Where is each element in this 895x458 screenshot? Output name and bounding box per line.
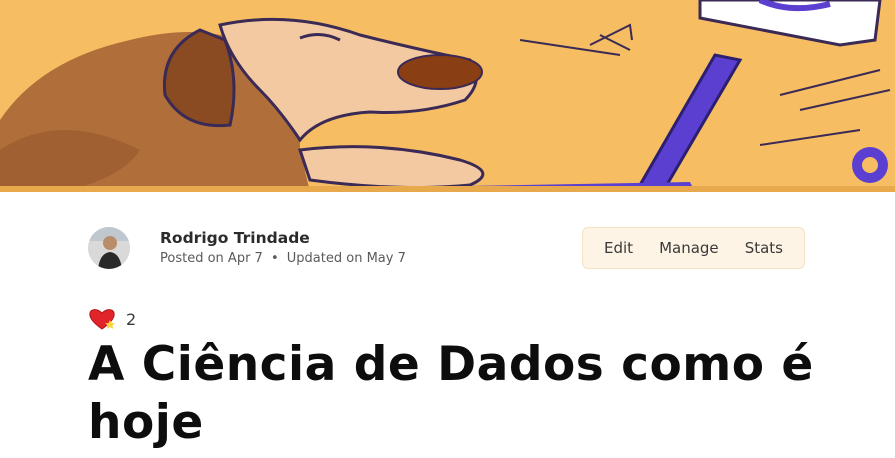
dog-with-laptop-illustration (0, 0, 895, 192)
heart-reaction-icon (89, 309, 115, 330)
author-avatar-image (88, 227, 130, 269)
edit-button[interactable]: Edit (604, 239, 633, 257)
cover-image (0, 0, 895, 192)
author-name[interactable]: Rodrigo Trindade (160, 229, 406, 248)
posted-label: Posted on (160, 251, 224, 266)
author-block: Rodrigo Trindade Posted on Apr 7 • Updat… (88, 226, 406, 270)
meta-separator: • (270, 251, 279, 266)
updated-label: Updated on (286, 251, 363, 266)
reaction-count: 2 (126, 309, 137, 329)
post-actions: Edit Manage Stats (582, 227, 805, 269)
stats-button[interactable]: Stats (745, 239, 783, 257)
post-dates: Posted on Apr 7 • Updated on May 7 (160, 251, 406, 267)
reactions[interactable]: 2 (88, 307, 136, 331)
avatar[interactable] (88, 227, 130, 269)
article-title: A Ciência de Dados como é hoje (88, 337, 814, 450)
posted-date: Apr 7 (227, 251, 263, 266)
updated-date: May 7 (366, 251, 406, 266)
manage-button[interactable]: Manage (659, 239, 719, 257)
